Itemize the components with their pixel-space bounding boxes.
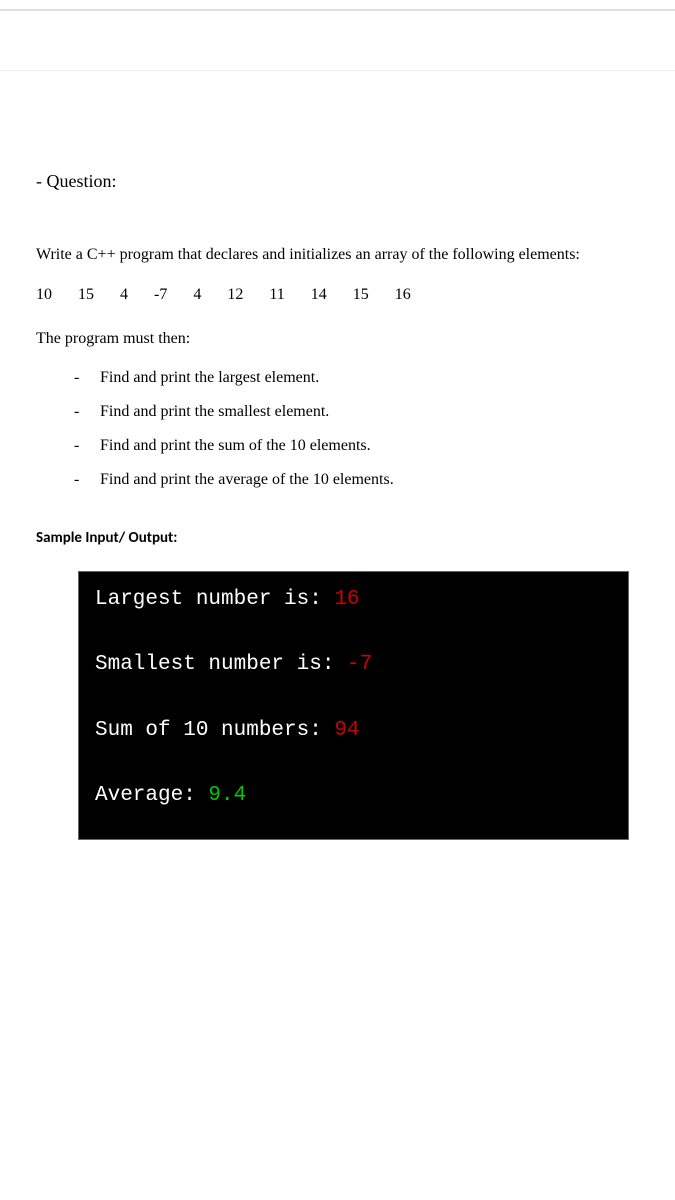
terminal-value: 9.4 [208, 784, 246, 807]
list-item: Find and print the largest element. [74, 369, 639, 387]
terminal-value: -7 [347, 653, 372, 676]
array-elements-row: 10 15 4 -7 4 12 11 14 15 16 [36, 286, 639, 304]
terminal-value: 16 [334, 588, 359, 611]
array-element: -7 [154, 286, 167, 304]
terminal-label: Sum of 10 numbers: [95, 719, 334, 742]
terminal-line: Smallest number is: -7 [95, 651, 612, 678]
sample-io-heading: Sample Input/ Output: [36, 529, 639, 547]
top-toolbar-edge [0, 0, 675, 10]
terminal-label: Average: [95, 784, 208, 807]
array-element: 15 [78, 286, 94, 304]
question-prompt: Write a C++ program that declares and in… [36, 242, 639, 268]
list-item: Find and print the smallest element. [74, 403, 639, 421]
page-gap [0, 10, 675, 70]
array-element: 10 [36, 286, 52, 304]
task-list: Find and print the largest element. Find… [74, 369, 639, 489]
array-element: 16 [395, 286, 411, 304]
then-label: The program must then: [36, 326, 639, 352]
array-element: 14 [311, 286, 327, 304]
array-element: 12 [227, 286, 243, 304]
question-heading: - Question: [36, 171, 639, 192]
terminal-label: Largest number is: [95, 588, 334, 611]
array-element: 11 [269, 286, 284, 304]
terminal-value: 94 [334, 719, 359, 742]
array-element: 15 [353, 286, 369, 304]
list-item: Find and print the average of the 10 ele… [74, 471, 639, 489]
terminal-line: Largest number is: 16 [95, 586, 612, 613]
terminal-output: Largest number is: 16 Smallest number is… [78, 571, 629, 840]
document-page: - Question: Write a C++ program that dec… [0, 70, 675, 1200]
array-element: 4 [120, 286, 128, 304]
terminal-line: Average: 9.4 [95, 782, 612, 809]
terminal-label: Smallest number is: [95, 653, 347, 676]
list-item: Find and print the sum of the 10 element… [74, 437, 639, 455]
terminal-line: Sum of 10 numbers: 94 [95, 717, 612, 744]
array-element: 4 [193, 286, 201, 304]
